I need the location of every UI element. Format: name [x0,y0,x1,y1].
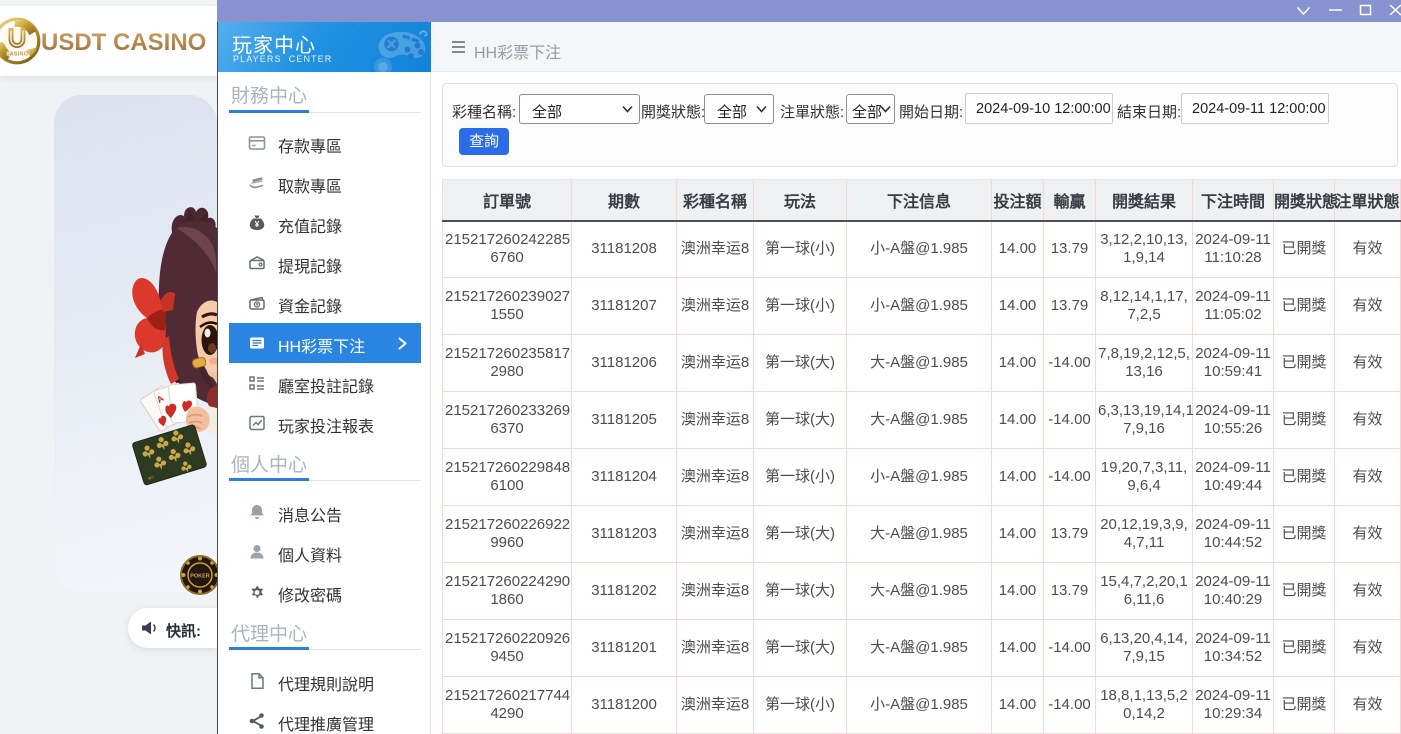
svg-text:POKER: POKER [190,574,210,580]
svg-text:CASINO: CASINO [6,51,29,57]
